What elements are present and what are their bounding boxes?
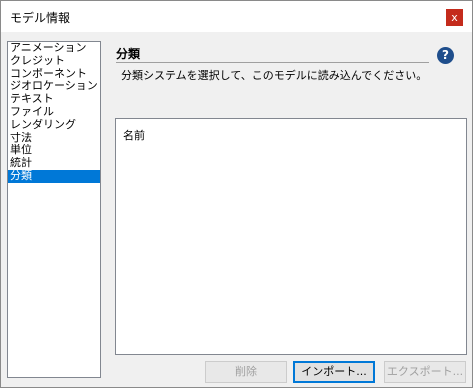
sidebar-item-animation[interactable]: アニメーション	[8, 42, 100, 55]
model-info-dialog: モデル情報 x アニメーション クレジット コンポーネント ジオロケーション テ…	[0, 0, 473, 388]
section-divider	[116, 62, 429, 63]
close-button[interactable]: x	[446, 9, 463, 26]
sidebar-item-classifications[interactable]: 分類	[8, 169, 100, 183]
close-icon: x	[451, 11, 458, 24]
classification-list[interactable]: 名前	[115, 118, 467, 355]
sidebar-item-rendering[interactable]: レンダリング	[8, 119, 100, 132]
title-bar[interactable]: モデル情報 x	[1, 1, 472, 32]
category-list[interactable]: アニメーション クレジット コンポーネント ジオロケーション テキスト ファイル…	[7, 41, 101, 378]
sidebar-item-dimensions[interactable]: 寸法	[8, 132, 100, 145]
list-column-header-name: 名前	[123, 129, 145, 142]
import-button[interactable]: インポート...	[293, 361, 375, 383]
delete-button[interactable]: 削除	[205, 361, 287, 383]
sidebar-item-credits[interactable]: クレジット	[8, 55, 100, 68]
sidebar-item-geolocation[interactable]: ジオロケーション	[8, 80, 100, 93]
section-title: 分類	[116, 47, 141, 61]
help-icon[interactable]: ?	[437, 47, 454, 64]
sidebar-item-file[interactable]: ファイル	[8, 106, 100, 119]
window-title: モデル情報	[10, 11, 71, 25]
section-description: 分類システムを選択して、このモデルに読み込んでください。	[121, 69, 428, 82]
sidebar-item-text[interactable]: テキスト	[8, 93, 100, 106]
sidebar-item-statistics[interactable]: 統計	[8, 157, 100, 170]
sidebar-item-units[interactable]: 単位	[8, 144, 100, 157]
sidebar-item-components[interactable]: コンポーネント	[8, 68, 100, 81]
export-button[interactable]: エクスポート...	[384, 361, 466, 383]
